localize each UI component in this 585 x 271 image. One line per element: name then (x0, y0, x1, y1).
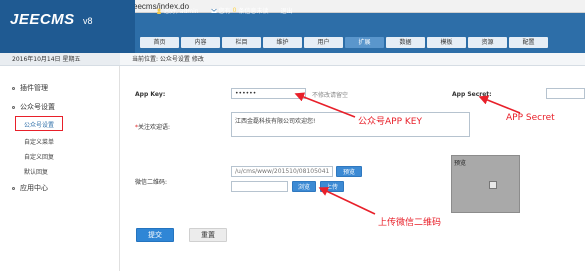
preview-label: 预览 (454, 160, 467, 167)
preview-button[interactable]: 预览 (336, 166, 362, 177)
sidebar-group-wechat[interactable]: 公众号设置 (12, 102, 55, 112)
bullet-icon (12, 86, 15, 90)
app-secret-input[interactable] (546, 88, 585, 99)
user-bar: 您好, admin 您有 0 条信息未读 退出 (156, 6, 293, 15)
menu-item-resource[interactable]: 资源 (468, 37, 507, 48)
sidebar-item-default-reply[interactable]: 默认回复 (24, 167, 48, 176)
user-icon (157, 8, 161, 14)
file-select-input[interactable] (231, 181, 288, 192)
bullet-icon (12, 105, 15, 109)
main-menu: 首页 内容 栏目 维护 用户 扩展 数据 模板 资源 配置 (140, 37, 550, 50)
menu-item-template[interactable]: 模板 (427, 37, 466, 48)
app-secret-label: App Secret: (452, 91, 492, 98)
menu-item-extend[interactable]: 扩展 (345, 37, 384, 48)
greeting-text: 您好, admin (164, 8, 199, 15)
app-key-label: App Key: (135, 91, 166, 98)
bullet-icon (12, 186, 15, 190)
sidebar-group-plugin[interactable]: 插件管理 (12, 83, 48, 93)
arrow-app-secret (478, 95, 521, 114)
highlight-box (15, 116, 63, 131)
sidebar-group-app-center[interactable]: 应用中心 (12, 183, 48, 193)
app-key-hint: 不修改请留空 (312, 92, 349, 99)
welcome-label-text: 关注欢迎语: (138, 124, 171, 131)
welcome-label: *关注欢迎语: (135, 122, 170, 131)
submit-button[interactable]: 提交 (136, 228, 174, 242)
sidebar: 插件管理 公众号设置 公众号设置 自定义菜单 自定义回复 默认回复 应用中心 (0, 66, 120, 271)
qrcode-path-input[interactable]: /u/cms/www/201510/08105041 (231, 166, 333, 177)
logout-link[interactable]: 退出 (280, 6, 292, 15)
app-key-input[interactable]: •••••• (231, 88, 306, 99)
logo: JEECMS v8 (0, 0, 135, 53)
qrcode-label: 微信二维码: (135, 179, 168, 186)
reset-button[interactable]: 重置 (189, 228, 227, 242)
messages-suffix[interactable]: 条信息未读 (238, 6, 268, 15)
annotation-upload-qr: 上传微信二维码 (378, 218, 442, 228)
message-icon (210, 8, 217, 13)
sidebar-item-custom-reply[interactable]: 自定义回复 (24, 152, 54, 161)
annotation-app-secret: APP Secret (506, 113, 555, 123)
menu-item-home[interactable]: 首页 (140, 37, 179, 48)
sidebar-group-label: 应用中心 (20, 184, 48, 192)
broken-image-icon (489, 181, 497, 189)
breadcrumb: 当前位置: 公众号设置 修改 (120, 53, 585, 66)
sidebar-item-custom-menu[interactable]: 自定义菜单 (24, 137, 54, 146)
messages-prefix: 您有 (218, 8, 231, 15)
sidebar-group-label: 插件管理 (20, 84, 48, 92)
date-display: 2016年10月14日 星期五 (0, 53, 120, 66)
logo-version: v8 (83, 16, 93, 26)
browse-button[interactable]: 浏览 (292, 181, 316, 192)
sidebar-group-label: 公众号设置 (20, 103, 55, 111)
upload-button[interactable]: 上传 (320, 181, 344, 192)
menu-item-maintain[interactable]: 维护 (263, 37, 302, 48)
menu-item-content[interactable]: 内容 (181, 37, 220, 48)
menu-item-data[interactable]: 数据 (386, 37, 425, 48)
logo-text: JEECMS (10, 11, 75, 28)
messages-count[interactable]: 0 (233, 7, 237, 14)
menu-item-config[interactable]: 配置 (509, 37, 548, 48)
menu-item-channel[interactable]: 栏目 (222, 37, 261, 48)
qrcode-preview: 预览 (451, 155, 520, 213)
welcome-textarea[interactable]: 江西金磊科技有限公司欢迎您! (231, 112, 470, 137)
annotation-app-key: 公众号APP KEY (358, 117, 422, 127)
menu-item-user[interactable]: 用户 (304, 37, 343, 48)
